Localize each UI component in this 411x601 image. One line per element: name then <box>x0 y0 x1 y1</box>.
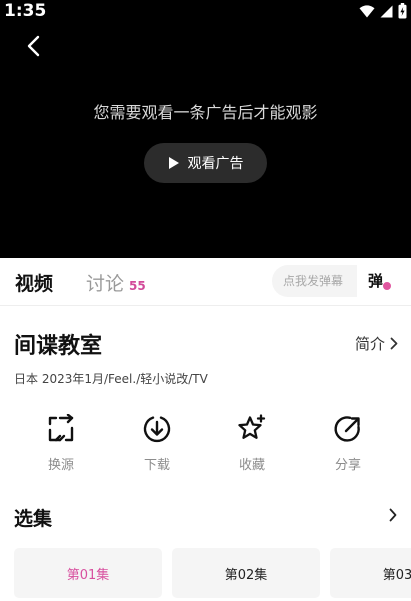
switch-source-icon <box>48 414 74 442</box>
intro-label: 简介 <box>354 335 385 353</box>
danmu-enabled-check-icon <box>382 281 392 291</box>
danmu-toggle-label: 弹 <box>368 272 384 290</box>
episode-item[interactable]: 第03集 <box>330 548 411 598</box>
episodes-heading: 选集 <box>14 508 53 530</box>
status-time: 1:35 <box>4 1 47 21</box>
episode-list[interactable]: 第01集 第02集 第03集 <box>14 548 411 600</box>
share-icon <box>334 416 360 442</box>
ad-required-message: 您需要观看一条广告后才能观影 <box>93 103 318 122</box>
intro-link[interactable]: 简介 <box>355 333 398 354</box>
chevron-left-icon[interactable] <box>22 33 46 59</box>
favorite-button[interactable]: 收藏 <box>222 414 282 473</box>
anime-title: 间谍教室 <box>14 334 103 359</box>
share-label: 分享 <box>334 458 361 473</box>
watch-ad-button[interactable]: 观看广告 <box>144 143 267 183</box>
content-tabs: 视频 讨论 55 点我发弹幕 弹 <box>0 258 411 306</box>
action-bar: 换源 下载 收藏 分享 <box>0 414 411 474</box>
download-icon <box>143 416 171 443</box>
star-icon <box>238 414 266 439</box>
anime-meta-info: 日本 2023年1月/Feel./轻小说改/TV <box>14 372 208 386</box>
download-label: 下载 <box>143 458 170 473</box>
battery-charging-icon <box>398 3 407 19</box>
episode-item[interactable]: 第02集 <box>172 548 320 598</box>
comment-count-badge: 55 <box>129 279 146 293</box>
switch-source-button[interactable]: 换源 <box>31 414 91 473</box>
video-player[interactable]: 1:35 您需要观看一条广告后才能观影 观看广告 <box>0 0 411 258</box>
tab-video[interactable]: 视频 <box>15 269 53 296</box>
play-icon <box>168 157 179 169</box>
chevron-right-icon <box>390 337 398 350</box>
wifi-icon <box>359 4 375 17</box>
system-icons <box>359 3 407 19</box>
download-button[interactable]: 下载 <box>127 414 187 473</box>
cellular-signal-icon <box>380 5 393 17</box>
status-bar: 1:35 <box>0 0 411 24</box>
watch-ad-label: 观看广告 <box>187 156 244 172</box>
tab-comments[interactable]: 讨论 <box>86 269 124 296</box>
switch-source-label: 换源 <box>47 458 74 473</box>
danmu-input[interactable]: 点我发弹幕 <box>272 265 357 297</box>
danmu-toggle-button[interactable]: 弹 <box>360 265 400 297</box>
share-button[interactable]: 分享 <box>318 414 378 473</box>
favorite-label: 收藏 <box>238 458 265 473</box>
chevron-right-icon[interactable] <box>389 508 397 522</box>
episode-item-selected[interactable]: 第01集 <box>14 548 162 598</box>
